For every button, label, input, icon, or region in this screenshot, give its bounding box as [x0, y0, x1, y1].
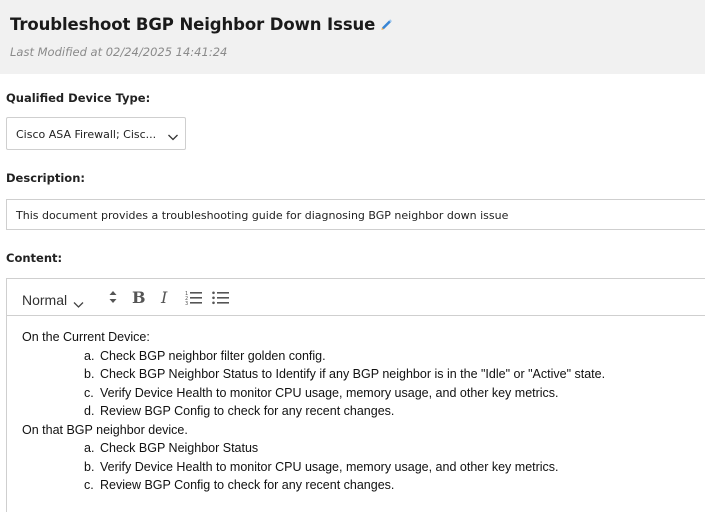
- content-editor[interactable]: Normal B I 1 2 3 On the Current Device: …: [6, 278, 705, 512]
- qualified-device-type-label: Qualified Device Type:: [6, 91, 151, 105]
- text-style-value: Normal: [22, 292, 68, 308]
- description-value: This document provides a troubleshooting…: [16, 209, 509, 222]
- page-title: Troubleshoot BGP Neighbor Down Issue: [10, 15, 376, 34]
- page-header: Troubleshoot BGP Neighbor Down Issue Las…: [0, 0, 705, 74]
- content-heading: On that BGP neighbor device.: [22, 422, 188, 437]
- editor-toolbar: Normal B I 1 2 3: [7, 279, 705, 316]
- line-height-icon[interactable]: [108, 290, 118, 309]
- list-item: b. Verify Device Health to monitor CPU us…: [84, 459, 559, 474]
- list-item: b. Check BGP Neighbor Status to Identify …: [84, 367, 606, 381]
- content-heading: On the Current Device:: [22, 330, 150, 344]
- editor-content[interactable]: On the Current Device: a. Check BGP neigh…: [22, 328, 605, 495]
- chevron-down-icon: [73, 296, 84, 308]
- description-label: Description:: [6, 171, 85, 185]
- list-item: a. Check BGP Neighbor Status: [84, 441, 259, 455]
- list-item: d. Review BGP Config to check for any rec…: [84, 404, 395, 418]
- italic-icon[interactable]: I: [160, 288, 172, 310]
- qualified-device-type-value: Cisco ASA Firewall; Cisc...: [16, 128, 157, 141]
- svg-text:I: I: [160, 289, 168, 305]
- svg-text:B: B: [132, 289, 145, 305]
- list-item: a. Check BGP neighbor filter golden confi…: [84, 348, 326, 363]
- pencil-edit-icon[interactable]: [379, 17, 394, 32]
- title-row: Troubleshoot BGP Neighbor Down Issue: [10, 15, 394, 34]
- qualified-device-type-select[interactable]: Cisco ASA Firewall; Cisc...: [6, 117, 186, 150]
- text-style-dropdown[interactable]: Normal: [22, 292, 84, 308]
- last-modified-timestamp: Last Modified at 02/24/2025 14:41:24: [10, 45, 228, 59]
- list-item: c. Verify Device Health to monitor CPU us…: [84, 385, 559, 400]
- list-item: c. Review BGP Config to check for any rec…: [84, 478, 395, 492]
- chevron-down-icon: [167, 129, 179, 141]
- svg-text:3: 3: [185, 301, 188, 305]
- bullet-list-icon[interactable]: [212, 290, 230, 310]
- ordered-list-icon[interactable]: 1 2 3: [185, 290, 203, 310]
- description-field[interactable]: This document provides a troubleshooting…: [6, 199, 705, 230]
- bold-icon[interactable]: B: [131, 288, 146, 310]
- content-label: Content:: [6, 251, 63, 265]
